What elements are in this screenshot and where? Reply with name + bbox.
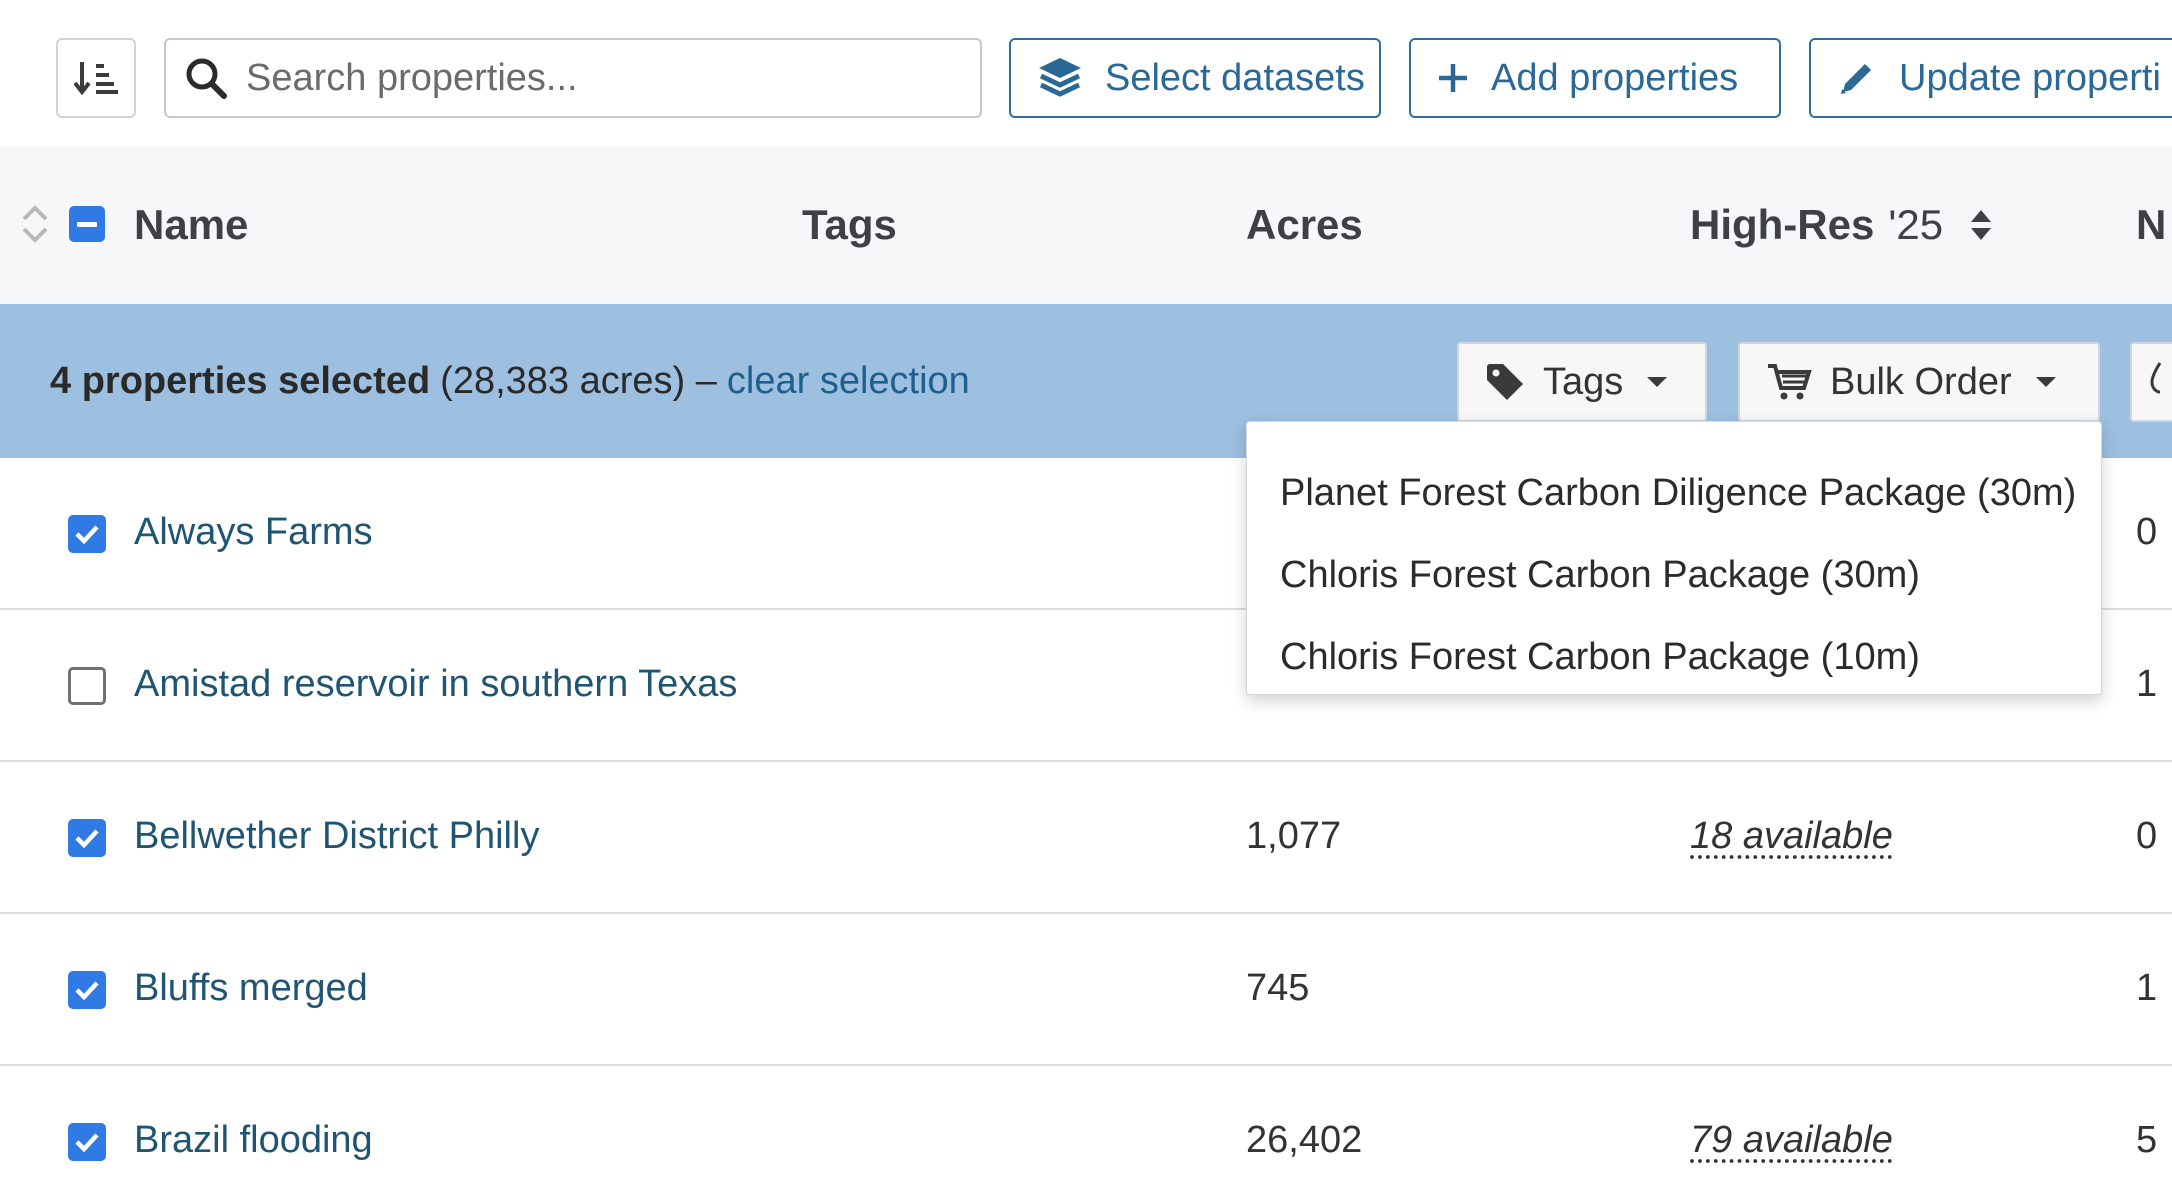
property-name-link[interactable]: Bellwether District Philly [134,815,539,858]
high-res-year: '25 [1888,201,1944,248]
selection-summary: 4 properties selected (28,383 acres) – c… [50,304,970,458]
sort-icon[interactable] [1967,206,1995,244]
table-row[interactable]: Bellwether District Philly 1,077 18 availa… [0,762,2172,914]
table-row[interactable]: Brazil flooding 26,402 79 available 5 [0,1066,2172,1194]
more-actions-button[interactable] [2130,342,2172,422]
checkmark-icon [75,981,99,1001]
add-properties-label: Add properties [1491,56,1739,99]
sort-descending-icon [74,62,118,96]
search-box[interactable] [164,38,982,118]
checkmark-icon [75,1133,99,1153]
bulk-order-button-label: Bulk Order [1830,360,2012,403]
table-header: Name Tags Acres High-Res '25 N [0,146,2172,304]
menu-item-chloris-forest-carbon-10m[interactable]: Chloris Forest Carbon Package (10m) [1247,616,2101,698]
column-header-high-res[interactable]: High-Res '25 [1690,146,1995,304]
chevron-down-icon [2034,375,2058,389]
selection-acres: (28,383 acres) – [440,359,717,402]
tags-dropdown-button[interactable]: Tags [1457,342,1707,422]
acres-value: 1,077 [1246,815,1342,857]
row-checkbox[interactable] [68,971,106,1009]
next-column-value: 0 [2136,511,2158,553]
column-header-acres[interactable]: Acres [1246,146,1363,304]
bulk-order-menu: Planet Forest Carbon Diligence Package (… [1246,421,2102,695]
property-name-link[interactable]: Bluffs merged [134,967,368,1010]
select-datasets-label: Select datasets [1105,56,1365,99]
row-checkbox[interactable] [68,819,106,857]
row-checkbox[interactable] [68,515,106,553]
sort-button[interactable] [56,38,136,118]
select-datasets-button[interactable]: Select datasets [1009,38,1381,118]
plus-icon [1437,62,1469,94]
high-res-availability[interactable]: 18 available [1690,815,1893,858]
select-all-checkbox[interactable] [69,206,105,242]
menu-item-chloris-forest-carbon-30m[interactable]: Chloris Forest Carbon Package (30m) [1247,534,2101,616]
chevron-down-icon [1645,375,1669,389]
property-name-link[interactable]: Brazil flooding [134,1119,373,1162]
update-properties-label: Update properti [1899,56,2161,99]
next-column-value: 0 [2136,815,2158,857]
next-column-value: 5 [2136,1119,2158,1161]
next-column-value: 1 [2136,967,2158,1009]
high-res-label: High-Res [1690,201,1875,248]
clear-selection-link[interactable]: clear selection [727,360,970,403]
next-column-value: 1 [2136,663,2158,705]
layers-icon [1037,56,1083,100]
property-name-link[interactable]: Amistad reservoir in southern Texas [134,663,737,706]
high-res-availability[interactable]: 79 available [1690,1119,1893,1162]
column-header-name[interactable]: Name [134,146,248,304]
column-header-next[interactable]: N [2136,146,2166,304]
checkmark-icon [75,525,99,545]
acres-value: 26,402 [1246,1119,1363,1161]
bulk-order-dropdown-button[interactable]: Bulk Order [1738,342,2100,422]
tags-button-label: Tags [1543,360,1624,403]
row-checkbox[interactable] [68,667,106,705]
column-header-tags[interactable]: Tags [802,146,897,304]
search-icon [186,58,227,99]
tag-icon [1485,362,1525,402]
selection-count: 4 properties selected [50,359,431,402]
property-name-link[interactable]: Always Farms [134,511,373,554]
droplet-icon [2148,359,2172,405]
cart-icon [1766,362,1812,402]
update-properties-button[interactable]: Update properti [1809,38,2172,118]
menu-item-planet-forest-carbon-30m[interactable]: Planet Forest Carbon Diligence Package (… [1247,452,2101,534]
pencil-icon [1837,58,1877,98]
search-input[interactable] [246,56,946,100]
add-properties-button[interactable]: Add properties [1409,38,1781,118]
sort-toggle-icon[interactable] [20,202,50,246]
row-checkbox[interactable] [68,1123,106,1161]
checkmark-icon [75,829,99,849]
acres-value: 745 [1246,967,1310,1009]
table-row[interactable]: Bluffs merged 745 1 [0,914,2172,1066]
toolbar: Select datasets Add properties Update pr… [0,0,2172,146]
